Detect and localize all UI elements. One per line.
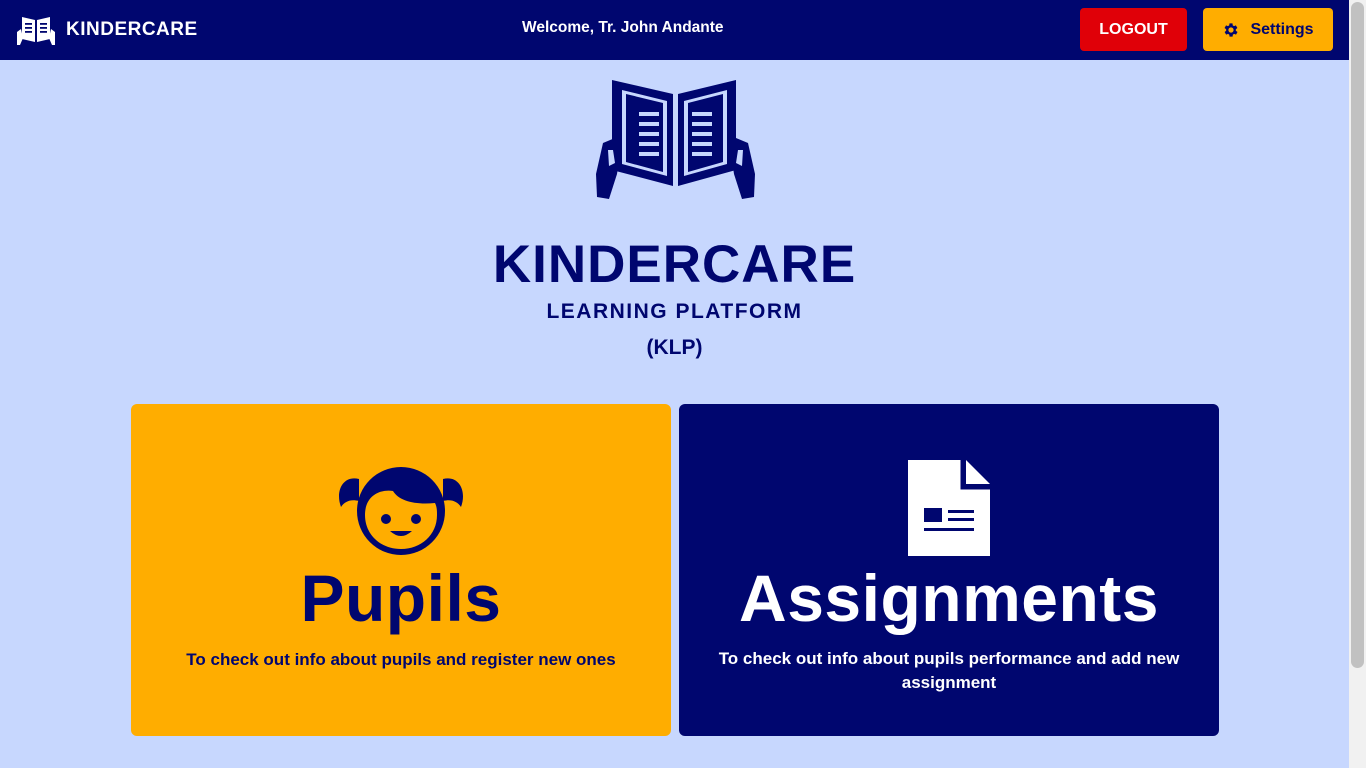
platform-abbreviation: (KLP) <box>646 336 703 359</box>
child-face-icon <box>131 461 671 557</box>
logout-button[interactable]: LOGOUT <box>1080 8 1187 51</box>
assignments-card-title: Assignments <box>739 561 1159 635</box>
settings-button[interactable]: Settings <box>1203 8 1333 51</box>
scrollbar-thumb[interactable] <box>1351 2 1364 668</box>
platform-subtitle: LEARNING PLATFORM <box>546 300 803 323</box>
brand-name: KINDERCARE <box>66 19 198 40</box>
platform-title: KINDERCARE <box>492 235 857 294</box>
pupils-card[interactable]: Pupils To check out info about pupils an… <box>131 404 671 736</box>
pupils-card-title: Pupils <box>300 561 502 635</box>
gear-icon <box>1222 21 1240 39</box>
pupils-card-description: To check out info about pupils and regis… <box>186 650 616 669</box>
assignments-card[interactable]: Assignments To check out info about pupi… <box>679 404 1219 736</box>
top-navbar: KINDERCARE Welcome, Tr. John Andante LOG… <box>0 0 1349 60</box>
page-scrollbar[interactable] <box>1349 0 1366 768</box>
assignments-card-description: To check out info about pupils performan… <box>718 649 1180 692</box>
welcome-message: Welcome, Tr. John Andante <box>522 19 724 36</box>
book-reader-icon <box>595 78 756 201</box>
brand[interactable]: KINDERCARE <box>16 13 198 47</box>
book-reader-icon <box>16 14 56 46</box>
settings-label: Settings <box>1250 20 1314 38</box>
document-icon <box>679 460 1219 556</box>
